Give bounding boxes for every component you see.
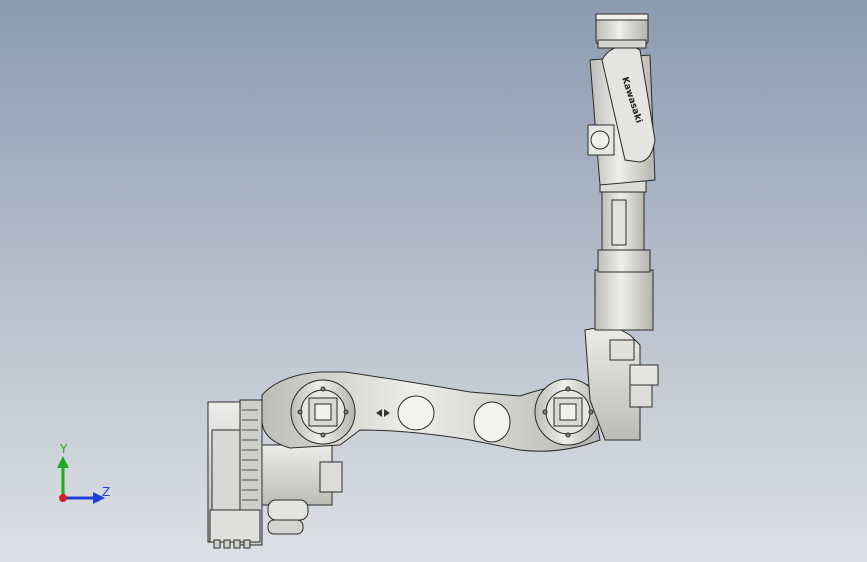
cad-viewport[interactable]: Kawasaki Y Z bbox=[0, 0, 867, 562]
x-axis-dot-icon bbox=[59, 494, 67, 502]
coordinate-triad bbox=[57, 456, 105, 504]
robot-base bbox=[207, 399, 263, 549]
y-axis-arrow-icon bbox=[57, 456, 69, 498]
wrist-housing bbox=[587, 44, 656, 186]
shoulder-joint bbox=[290, 379, 356, 445]
robot-arm-model[interactable]: Kawasaki bbox=[0, 0, 867, 562]
y-axis-label: Y bbox=[60, 442, 68, 456]
end-flange bbox=[595, 13, 649, 49]
joint1-motor bbox=[261, 444, 343, 535]
upper-arm bbox=[594, 179, 654, 331]
z-axis-label: Z bbox=[102, 485, 111, 499]
z-axis-arrow-icon bbox=[63, 492, 105, 504]
